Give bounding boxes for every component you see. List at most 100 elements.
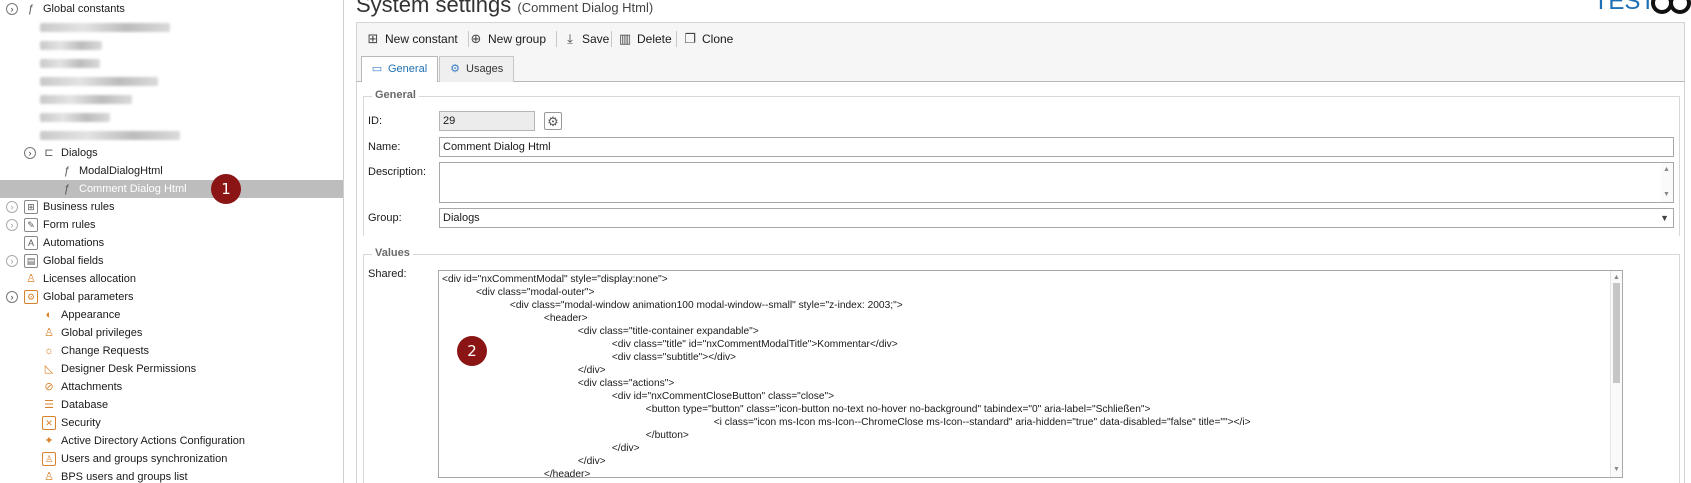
shared-value-editor[interactable]: <div id="nxCommentModal" style="display:… bbox=[438, 270, 1623, 478]
database-icon: ☰ bbox=[44, 399, 54, 411]
save-button[interactable]: ⤓ Save bbox=[562, 29, 609, 49]
tab-general[interactable]: ▭ General bbox=[361, 56, 439, 83]
delete-button[interactable]: ▥ Delete bbox=[617, 29, 672, 49]
code-line: </button> bbox=[442, 430, 689, 441]
scroll-down-icon[interactable]: ▼ bbox=[1661, 190, 1672, 200]
code-line: <i class="icon ms-Icon ms-Icon--ChromeCl… bbox=[442, 417, 1251, 428]
constant-icon: ƒ bbox=[63, 165, 71, 177]
toolbar: ⊞ New constant ⊕ New group ⤓ Save ▥ Delete ❐… bbox=[356, 22, 1685, 54]
tree-node-blurred[interactable] bbox=[0, 90, 343, 108]
tree-node-designer-desk-permissions[interactable]: ◺ Designer Desk Permissions bbox=[0, 360, 343, 378]
tree-node-comment-dialog-html[interactable]: ƒ Comment Dialog Html bbox=[0, 180, 343, 198]
tree-node-bps-users-groups-list[interactable]: ♙ BPS users and groups list bbox=[0, 468, 343, 483]
users-icon: ♙ bbox=[44, 471, 54, 483]
license-icon: ♙ bbox=[26, 273, 36, 285]
user-key-icon: ♙ bbox=[44, 327, 54, 339]
tree-node-label: Global privileges bbox=[61, 327, 143, 339]
chevron-down-icon[interactable]: ▼ bbox=[1660, 209, 1669, 227]
code-line: <header> bbox=[442, 313, 588, 324]
tree-node-label: Change Requests bbox=[61, 345, 150, 357]
security-icon: ✕ bbox=[42, 416, 56, 430]
tree-node-security[interactable]: ✕ Security bbox=[0, 414, 343, 432]
expand-icon[interactable]: › bbox=[6, 219, 18, 231]
tree-node-form-rules[interactable]: › ✎ Form rules bbox=[0, 216, 343, 234]
tree-node-blurred[interactable] bbox=[0, 108, 343, 126]
tree-node-appearance[interactable]: ◐ Appearance bbox=[0, 306, 343, 324]
tab-usages[interactable]: ⚙ Usages bbox=[439, 56, 515, 82]
scroll-down-icon[interactable]: ▼ bbox=[1611, 465, 1622, 475]
description-label: Description: bbox=[368, 166, 427, 178]
tree-node-global-parameters[interactable]: › ⚙ Global parameters bbox=[0, 288, 343, 306]
tree-node-label: Attachments bbox=[61, 381, 123, 393]
tree-node-business-rules[interactable]: › ⊞ Business rules bbox=[0, 198, 343, 216]
tree-node-dialogs[interactable]: › ⊏ Dialogs bbox=[0, 144, 343, 162]
group-label: Group: bbox=[368, 212, 402, 224]
tree-node-modal-dialog-html[interactable]: ƒ ModalDialogHtml bbox=[0, 162, 343, 180]
toolbar-divider bbox=[556, 31, 557, 47]
new-group-button[interactable]: ⊕ New group bbox=[468, 29, 546, 49]
toolbar-divider bbox=[676, 31, 677, 47]
tree-node-active-directory-actions[interactable]: ✦ Active Directory Actions Configuration bbox=[0, 432, 343, 450]
business-rules-icon: ⊞ bbox=[24, 200, 38, 214]
tree-node-attachments[interactable]: ⊘ Attachments bbox=[0, 378, 343, 396]
tree-node-label: Active Directory Actions Configuration bbox=[61, 435, 246, 447]
tree-node-label: Database bbox=[61, 399, 109, 411]
global-fields-icon: ▤ bbox=[24, 254, 38, 268]
blurred-label bbox=[40, 77, 158, 86]
trash-icon: ▥ bbox=[618, 31, 632, 46]
ruler-icon: ◺ bbox=[44, 363, 54, 375]
scroll-thumb[interactable] bbox=[1613, 283, 1620, 383]
paperclip-icon: ⊘ bbox=[44, 381, 54, 393]
group-select[interactable]: Dialogs ▼ bbox=[439, 208, 1674, 228]
tree-node-label: Global constants bbox=[43, 3, 125, 15]
tree-node-label: Form rules bbox=[43, 219, 96, 231]
code-line: </div> bbox=[442, 456, 606, 467]
collapse-icon[interactable]: › bbox=[24, 147, 36, 159]
new-constant-button[interactable]: ⊞ New constant bbox=[365, 29, 458, 49]
code-line: <div id="nxCommentCloseButton" class="cl… bbox=[442, 391, 835, 402]
tree-node-label: Automations bbox=[43, 237, 105, 249]
code-line: <div class="modal-window animation100 mo… bbox=[442, 300, 903, 311]
code-scrollbar[interactable]: ▲ ▼ bbox=[1610, 271, 1622, 477]
id-settings-icon[interactable]: ⚙ bbox=[544, 112, 562, 130]
tree-node-blurred[interactable] bbox=[0, 72, 343, 90]
expand-icon[interactable]: › bbox=[6, 255, 18, 267]
clone-button[interactable]: ❐ Clone bbox=[682, 29, 733, 49]
code-line: <div class="title-container expandable"> bbox=[442, 326, 759, 337]
directory-icon: ✦ bbox=[44, 435, 54, 447]
tree-node-global-fields[interactable]: › ▤ Global fields bbox=[0, 252, 343, 270]
tab-general-label: General bbox=[388, 63, 428, 75]
id-field: 29 bbox=[439, 111, 535, 131]
collapse-icon[interactable]: › bbox=[6, 291, 18, 303]
window-icon: ▭ bbox=[371, 63, 383, 75]
scroll-up-icon[interactable]: ▲ bbox=[1611, 273, 1622, 283]
lightbulb-icon: ☼ bbox=[43, 345, 55, 357]
tree-node-blurred[interactable] bbox=[0, 54, 343, 72]
code-line: </header> bbox=[442, 469, 591, 478]
code-line: <div class="actions"> bbox=[442, 378, 675, 389]
annotation-marker-2: 2 bbox=[457, 336, 487, 366]
tree-node-label: Users and groups synchronization bbox=[61, 453, 228, 465]
constant-icon: ƒ bbox=[27, 3, 35, 15]
tree-node-blurred[interactable] bbox=[0, 18, 343, 36]
delete-label: Delete bbox=[637, 32, 672, 46]
tree-node-users-groups-sync[interactable]: ♙ Users and groups synchronization bbox=[0, 450, 343, 468]
tree-node-licenses-allocation[interactable]: ♙ Licenses allocation bbox=[0, 270, 343, 288]
tree-node-blurred[interactable] bbox=[0, 36, 343, 54]
description-field[interactable]: ▲ ▼ bbox=[439, 162, 1674, 203]
tree-node-blurred[interactable] bbox=[0, 126, 343, 144]
tree-node-database[interactable]: ☰ Database bbox=[0, 396, 343, 414]
tree-node-automations[interactable]: A Automations bbox=[0, 234, 343, 252]
description-scrollbar[interactable]: ▲ ▼ bbox=[1661, 163, 1673, 202]
tree-node-global-constants[interactable]: › ƒ Global constants bbox=[0, 0, 343, 18]
collapse-icon[interactable]: › bbox=[6, 3, 18, 15]
scroll-up-icon[interactable]: ▲ bbox=[1661, 165, 1672, 175]
code-line: <button type="button" class="icon-button… bbox=[442, 404, 1151, 415]
form-rules-icon: ✎ bbox=[24, 218, 38, 232]
name-field[interactable]: Comment Dialog Html bbox=[439, 137, 1674, 157]
tree-node-change-requests[interactable]: ☼ Change Requests bbox=[0, 342, 343, 360]
general-legend: General bbox=[372, 89, 419, 101]
expand-icon[interactable]: › bbox=[6, 201, 18, 213]
tree-node-label: Global fields bbox=[43, 255, 104, 267]
tree-node-global-privileges[interactable]: ♙ Global privileges bbox=[0, 324, 343, 342]
